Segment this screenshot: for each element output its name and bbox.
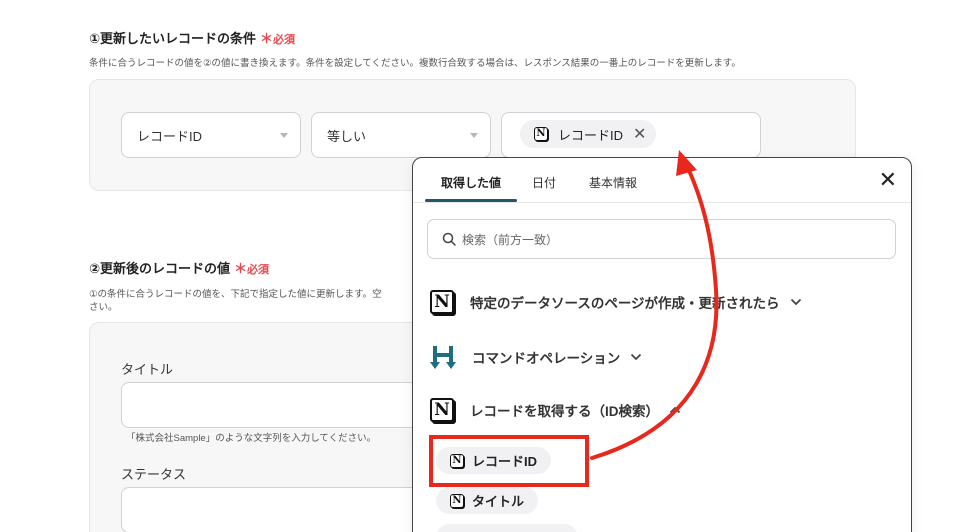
- field-select[interactable]: レコードID: [121, 112, 301, 158]
- title-input[interactable]: [121, 382, 441, 428]
- search-input[interactable]: 検索（前方一致）: [427, 219, 896, 259]
- tab-divider: [413, 202, 911, 203]
- tab-acquired-values[interactable]: 取得した値: [441, 174, 501, 191]
- chevron-down-icon: [790, 298, 801, 306]
- group-get-record[interactable]: N レコードを取得する（ID検索）: [430, 398, 681, 422]
- title-hint: 「株式会社Sample」のような文字列を入力してください。: [126, 433, 377, 444]
- highlight-box: [429, 435, 589, 487]
- caret-down-icon: [280, 133, 288, 138]
- operator-select[interactable]: 等しい: [311, 112, 491, 158]
- chevron-down-icon: [631, 353, 642, 361]
- section1-title: ①更新したいレコードの条件 ＊必須: [89, 31, 296, 46]
- section2-description: ①の条件に合うレコードの値を、下記で指定した値に更新します。空 さい。: [89, 289, 382, 313]
- search-icon: [442, 232, 456, 246]
- status-label: ステータス: [121, 467, 187, 482]
- caret-down-icon: [470, 133, 478, 138]
- notion-icon: N: [430, 398, 454, 422]
- group-trigger[interactable]: N 特定のデータソースのページが作成・更新されたら: [430, 290, 802, 314]
- required-badge: ＊必須: [234, 261, 270, 276]
- group-command-operation[interactable]: コマンドオペレーション: [430, 344, 642, 370]
- status-input[interactable]: [121, 487, 441, 532]
- option-next[interactable]: [436, 524, 578, 532]
- section1-description: 条件に合うレコードの値を②の値に書き換えます。条件を設定してください。複数行合致…: [89, 58, 741, 69]
- notion-icon: N: [450, 493, 464, 508]
- required-badge: ＊必須: [260, 31, 296, 46]
- tab-basic-info[interactable]: 基本情報: [589, 174, 637, 191]
- command-operation-icon: [430, 346, 456, 369]
- chevron-up-icon: [669, 406, 681, 414]
- value-chip[interactable]: N レコードID ✕: [520, 120, 657, 148]
- option-title[interactable]: N タイトル: [436, 487, 539, 514]
- section2-title: ②更新後のレコードの値 ＊必須: [89, 261, 270, 276]
- title-label: タイトル: [121, 362, 174, 377]
- notion-icon: N: [430, 290, 454, 314]
- tab-date[interactable]: 日付: [532, 174, 556, 191]
- close-icon[interactable]: ✕: [633, 124, 646, 144]
- notion-icon: N: [534, 127, 548, 141]
- close-icon[interactable]: ✕: [879, 169, 897, 191]
